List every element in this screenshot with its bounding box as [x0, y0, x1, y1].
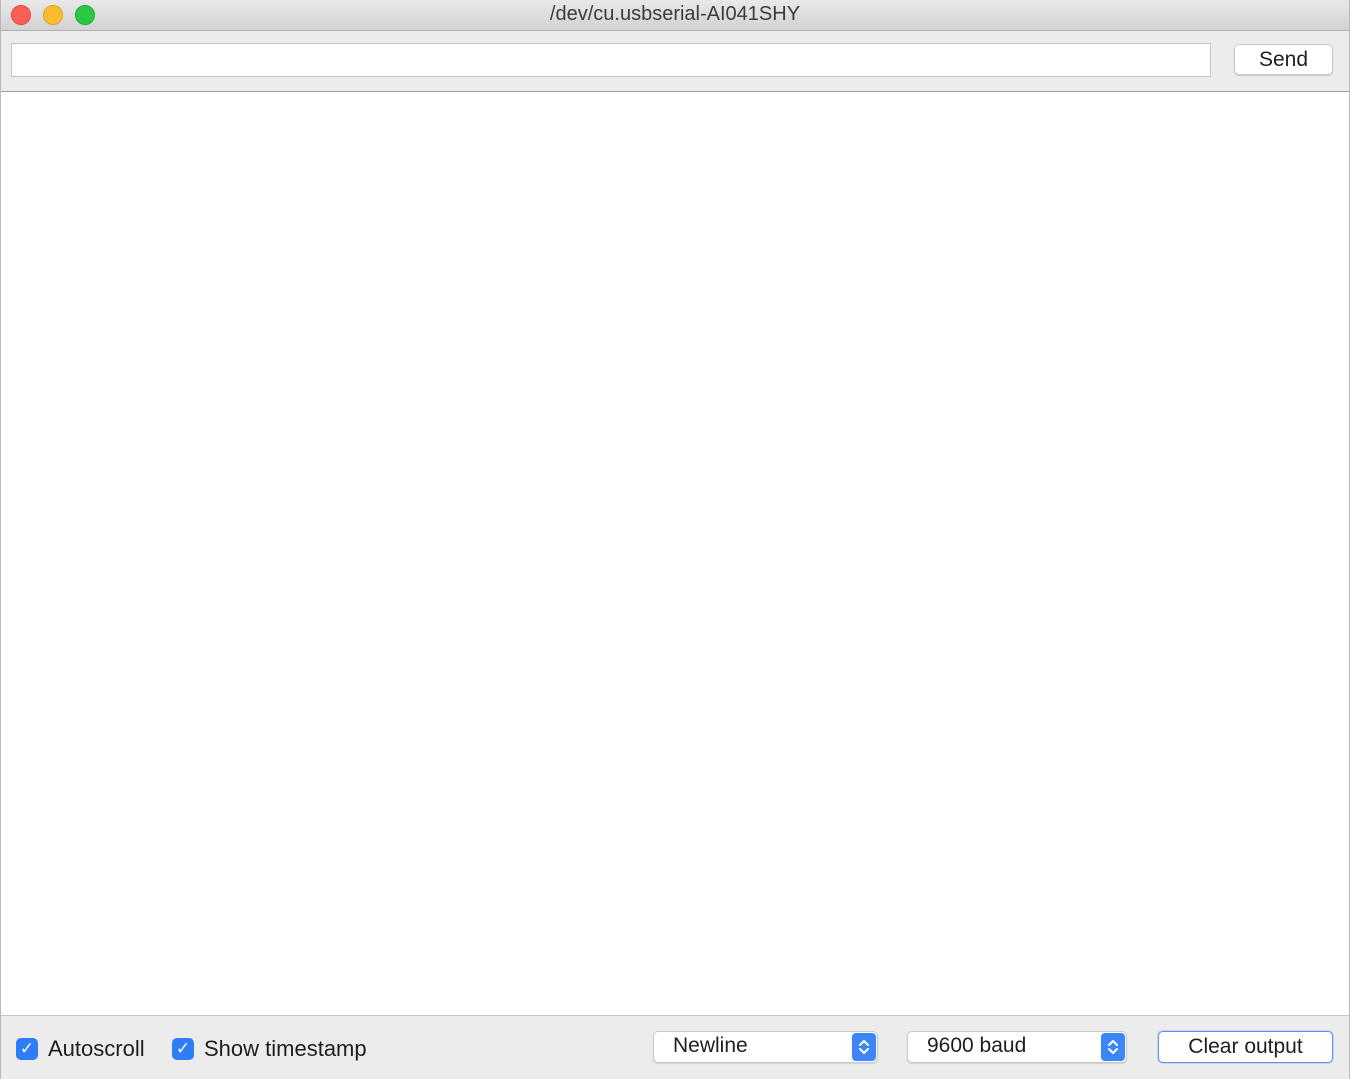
up-down-chevron-icon: [1101, 1033, 1125, 1061]
window-title: /dev/cu.usbserial-AI041SHY: [549, 3, 801, 25]
serial-output-text: [1, 92, 1349, 104]
show-timestamp-label[interactable]: Show timestamp: [204, 1036, 367, 1062]
checkmark-icon: ✓: [175, 1039, 191, 1059]
show-timestamp-checkbox[interactable]: ✓: [172, 1038, 194, 1060]
serial-output-area[interactable]: [1, 91, 1349, 1016]
autoscroll-checkbox[interactable]: ✓: [16, 1038, 38, 1060]
title-bar[interactable]: /dev/cu.usbserial-AI041SHY: [1, 0, 1349, 31]
serial-monitor-window: /dev/cu.usbserial-AI041SHY Send ✓ Autosc…: [0, 0, 1350, 1079]
serial-send-input[interactable]: [11, 43, 1211, 77]
clear-output-button[interactable]: Clear output: [1158, 1031, 1333, 1063]
send-button[interactable]: Send: [1234, 44, 1333, 75]
up-down-chevron-icon: [852, 1033, 876, 1061]
baud-rate-value: 9600 baud: [927, 1034, 1027, 1057]
checkmark-icon: ✓: [19, 1039, 35, 1059]
line-ending-value: Newline: [673, 1034, 748, 1057]
autoscroll-label[interactable]: Autoscroll: [48, 1036, 145, 1062]
line-ending-select[interactable]: Newline: [653, 1031, 878, 1063]
baud-rate-select[interactable]: 9600 baud: [907, 1031, 1127, 1063]
